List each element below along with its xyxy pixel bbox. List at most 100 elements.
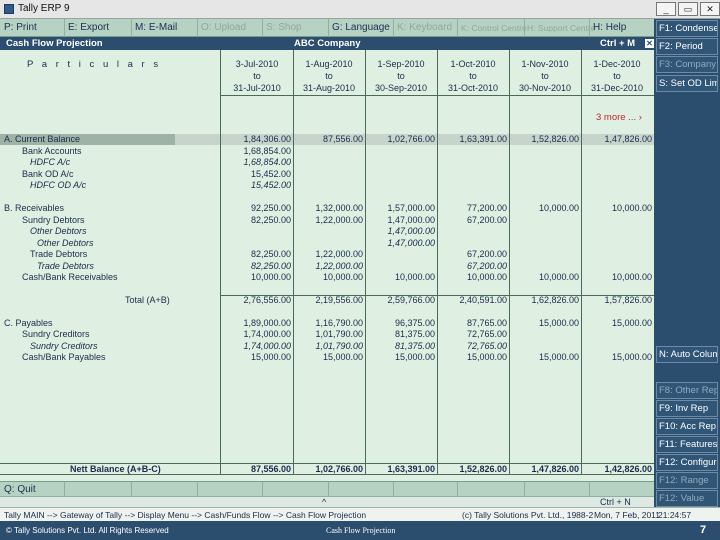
cell-value[interactable]: 87,556.00 (223, 464, 291, 474)
menu-control-centre[interactable]: K: Control Centre (461, 23, 527, 33)
menu-support-centre[interactable]: H: Support Centre (527, 23, 596, 33)
minimize-button[interactable]: _ (656, 2, 676, 16)
cell-value[interactable]: 82,250.00 (223, 249, 291, 259)
cell-value[interactable]: 67,200.00 (439, 249, 507, 259)
cell-value[interactable]: 67,200.00 (439, 261, 507, 271)
row-label-hdfc[interactable]: HDFC A/c (30, 157, 70, 167)
cell-value[interactable]: 10,000.00 (584, 272, 652, 282)
row-label-current-balance[interactable]: A. Current Balance (4, 134, 80, 144)
cell-value[interactable]: 1,02,766.00 (295, 464, 363, 474)
scroll-up-icon[interactable]: ^ (322, 497, 326, 507)
f10-acc-rep-button[interactable]: F10: Acc Rep (656, 418, 718, 435)
cell-value[interactable]: 1,74,000.00 (223, 329, 291, 339)
cell-value[interactable]: 87,765.00 (439, 318, 507, 328)
cell-value[interactable]: 1,22,000.00 (295, 261, 363, 271)
cell-value[interactable]: 10,000.00 (511, 203, 579, 213)
menu-shop[interactable]: S: Shop (266, 22, 302, 33)
f3-company-button[interactable]: F3: Company (656, 56, 718, 73)
cell-value[interactable]: 1,47,826.00 (511, 464, 579, 474)
cell-value[interactable]: 1,47,826.00 (584, 134, 652, 144)
cell-value[interactable]: 77,200.00 (439, 203, 507, 213)
period-header-4[interactable]: 1-Oct-2010 to 31-Oct-2010 (437, 58, 509, 94)
cell-value[interactable]: 15,000.00 (223, 352, 291, 362)
f1-condensed-button[interactable]: F1: Condensed (656, 20, 718, 37)
cell-value[interactable]: 1,89,000.00 (223, 318, 291, 328)
menu-upload[interactable]: O: Upload (201, 22, 246, 33)
cell-value[interactable]: 10,000.00 (511, 272, 579, 282)
cell-value[interactable]: 67,200.00 (439, 215, 507, 225)
cell-value[interactable]: 81,375.00 (367, 329, 435, 339)
cell-value[interactable]: 82,250.00 (223, 215, 291, 225)
row-label-cash-bank-payables[interactable]: Cash/Bank Payables (22, 352, 106, 362)
row-label-payables[interactable]: C. Payables (4, 318, 53, 328)
menu-export[interactable]: E: Export (68, 22, 109, 33)
cell-value[interactable]: 72,765.00 (439, 329, 507, 339)
cell-value[interactable]: 1,68,854.00 (223, 157, 291, 167)
close-window-button[interactable]: ✕ (700, 2, 720, 16)
row-label-hdfc-od[interactable]: HDFC OD A/c (30, 180, 86, 190)
cell-value[interactable]: 1,47,000.00 (367, 226, 435, 236)
row-label-bank-od[interactable]: Bank OD A/c (22, 169, 74, 179)
cell-value[interactable]: 1,42,826.00 (584, 464, 652, 474)
cell-value[interactable]: 1,84,306.00 (223, 134, 291, 144)
row-label-trade-debtors[interactable]: Trade Debtors (30, 249, 87, 259)
cell-value[interactable]: 96,375.00 (367, 318, 435, 328)
cell-value[interactable]: 15,000.00 (511, 352, 579, 362)
cell-value[interactable]: 1,02,766.00 (367, 134, 435, 144)
cell-value[interactable]: 1,47,000.00 (367, 215, 435, 225)
cell-value[interactable]: 15,000.00 (584, 318, 652, 328)
cell-value[interactable]: 72,765.00 (439, 341, 507, 351)
cell-value[interactable]: 2,19,556.00 (295, 295, 363, 305)
cell-value[interactable]: 15,000.00 (367, 352, 435, 362)
f12-value-button[interactable]: F12: Value (656, 490, 718, 507)
row-label-trade-debtors-sub[interactable]: Trade Debtors (37, 261, 94, 271)
cell-value[interactable]: 87,556.00 (295, 134, 363, 144)
more-columns-link[interactable]: 3 more ... › (596, 112, 642, 123)
maximize-button[interactable]: ▭ (678, 2, 698, 16)
f2-period-button[interactable]: F2: Period (656, 38, 718, 55)
cell-value[interactable]: 2,59,766.00 (367, 295, 435, 305)
cell-value[interactable]: 10,000.00 (439, 272, 507, 282)
f12-configure-button[interactable]: F12: Configure (656, 454, 718, 471)
row-label-receivables[interactable]: B. Receivables (4, 203, 64, 213)
cell-value[interactable]: 2,40,591.00 (439, 295, 507, 305)
menu-email[interactable]: M: E-Mail (135, 22, 177, 33)
cell-value[interactable]: 1,57,000.00 (367, 203, 435, 213)
cell-value[interactable]: 15,000.00 (584, 352, 652, 362)
cell-value[interactable]: 81,375.00 (367, 341, 435, 351)
cell-value[interactable]: 1,22,000.00 (295, 215, 363, 225)
row-label-bank-accounts[interactable]: Bank Accounts (22, 146, 82, 156)
cell-value[interactable]: 10,000.00 (295, 272, 363, 282)
cell-value[interactable]: 1,16,790.00 (295, 318, 363, 328)
f8-other-rep-button[interactable]: F8: Other Rep (656, 382, 718, 399)
cell-value[interactable]: 2,76,556.00 (223, 295, 291, 305)
period-header-1[interactable]: 3-Jul-2010 to 31-Jul-2010 (221, 58, 293, 94)
cell-value[interactable]: 15,452.00 (223, 169, 291, 179)
cell-value[interactable]: 1,01,790.00 (295, 329, 363, 339)
f12-range-button[interactable]: F12: Range (656, 472, 718, 489)
cell-value[interactable]: 1,68,854.00 (223, 146, 291, 156)
f9-inv-rep-button[interactable]: F9: Inv Rep (656, 400, 718, 417)
cell-value[interactable]: 15,000.00 (439, 352, 507, 362)
cell-value[interactable]: 10,000.00 (223, 272, 291, 282)
menu-help[interactable]: H: Help (593, 22, 626, 33)
cell-value[interactable]: 15,452.00 (223, 180, 291, 190)
menu-print[interactable]: P: Print (4, 22, 37, 33)
cell-value[interactable]: 10,000.00 (584, 203, 652, 213)
close-report-icon[interactable]: ✕ (645, 39, 654, 48)
period-header-6[interactable]: 1-Dec-2010 to 31-Dec-2010 (581, 58, 653, 94)
cell-value[interactable]: 1,63,391.00 (367, 464, 435, 474)
quit-button[interactable]: Q: Quit (4, 484, 36, 495)
f11-features-button[interactable]: F11: Features (656, 436, 718, 453)
set-od-limit-button[interactable]: S: Set OD Limit (656, 75, 718, 92)
row-label-other-debtors-sub[interactable]: Other Debtors (37, 238, 94, 248)
cell-value[interactable]: 1,57,826.00 (584, 295, 652, 305)
menu-language[interactable]: G: Language (332, 22, 390, 33)
cell-value[interactable]: 1,52,826.00 (439, 464, 507, 474)
period-header-5[interactable]: 1-Nov-2010 to 30-Nov-2010 (509, 58, 581, 94)
cell-value[interactable]: 1,52,826.00 (511, 134, 579, 144)
cell-value[interactable]: 92,250.00 (223, 203, 291, 213)
row-label-cash-bank-receivables[interactable]: Cash/Bank Receivables (22, 272, 118, 282)
row-label-sundry-debtors[interactable]: Sundry Debtors (22, 215, 85, 225)
cell-value[interactable]: 82,250.00 (223, 261, 291, 271)
